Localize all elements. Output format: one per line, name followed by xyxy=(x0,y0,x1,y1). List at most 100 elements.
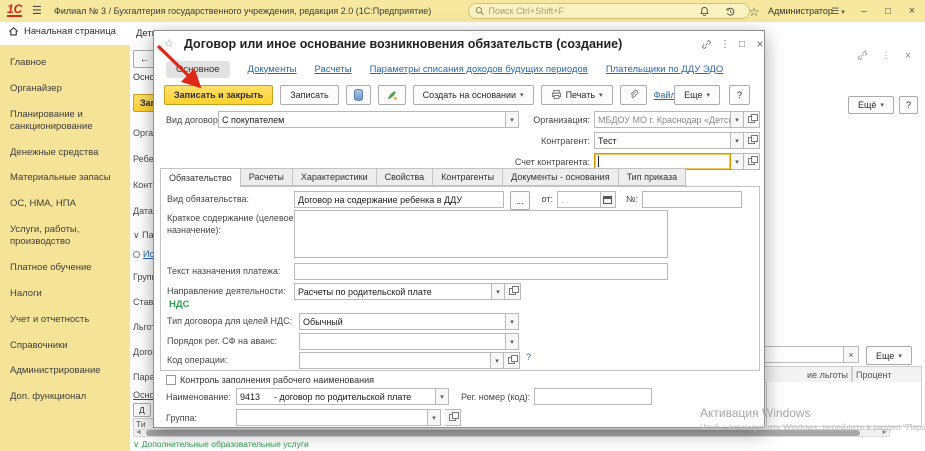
dropdown-button[interactable]: ▾ xyxy=(436,388,449,405)
save-and-close-button[interactable]: Записать и закрыть xyxy=(164,85,273,105)
vat-type-input[interactable]: Обычный xyxy=(299,313,506,330)
minimize-button[interactable]: – xyxy=(856,3,872,19)
favorite-star-icon[interactable]: ☆ xyxy=(164,37,174,50)
bg-link-icon[interactable] xyxy=(854,48,870,63)
sidebar-item-administrirovanie[interactable]: Администрирование xyxy=(0,358,130,384)
reg-number-input[interactable] xyxy=(534,388,652,405)
contract-number-input[interactable] xyxy=(642,191,742,208)
sf-order-input[interactable] xyxy=(299,333,506,350)
dropdown-button[interactable]: ▾ xyxy=(506,313,519,330)
calendar-button[interactable] xyxy=(601,191,616,208)
notifications-bell-icon[interactable] xyxy=(696,4,712,19)
sidebar-item-nalogi[interactable]: Налоги xyxy=(0,281,130,307)
get-link-icon[interactable] xyxy=(698,37,714,51)
nav-tab-platelshchiki[interactable]: Плательщики по ДДУ ЭДО xyxy=(606,64,723,75)
operation-code-input[interactable] xyxy=(299,352,491,369)
control-name-checkbox[interactable] xyxy=(166,375,176,385)
organization-combo[interactable]: МБДОУ МО г. Краснодар «Детский сад № 197… xyxy=(594,111,760,128)
main-menu-icon[interactable]: ☰ xyxy=(32,4,42,17)
counterparty-combo[interactable]: Тест ▾ xyxy=(594,132,760,149)
bg-close-icon[interactable]: × xyxy=(900,48,916,63)
dialog-maximize-icon[interactable]: □ xyxy=(734,37,750,51)
dropdown-button[interactable]: ▾ xyxy=(491,352,504,369)
operation-code-help[interactable]: ? xyxy=(526,352,531,362)
sidebar-item-os-nma[interactable]: ОС, НМА, НПА xyxy=(0,191,130,217)
dropdown-button[interactable]: ▾ xyxy=(731,111,744,128)
inner-tab-tip-prikaza[interactable]: Тип приказа xyxy=(618,168,687,186)
service-menu-icon[interactable]: ☰▾ xyxy=(830,4,846,19)
dialog-kebab-icon[interactable]: ⋮ xyxy=(717,37,733,51)
sidebar-item-platnoe[interactable]: Платное обучение xyxy=(0,255,130,281)
bg-tab-osnovnoe[interactable]: Осно xyxy=(133,72,154,82)
bg-table-body[interactable] xyxy=(766,382,922,427)
home-tab[interactable]: Начальная страница xyxy=(8,26,116,37)
bg-table-more-button[interactable]: Еще▾ xyxy=(866,346,912,365)
dropdown-button[interactable]: ▾ xyxy=(731,132,744,149)
sidebar-item-spravochniki[interactable]: Справочники xyxy=(0,333,130,359)
dialog-more-button[interactable]: Еще▾ xyxy=(674,85,720,105)
bg-clear-filter-button[interactable]: × xyxy=(844,346,859,363)
sidebar-item-uslugi[interactable]: Услуги, работы, производство xyxy=(0,217,130,255)
sidebar-item-dop-funkcional[interactable]: Доп. функционал xyxy=(0,384,130,410)
close-app-button[interactable]: × xyxy=(904,3,920,19)
bg-link-osnovanie[interactable]: Осно xyxy=(133,390,154,400)
open-button[interactable] xyxy=(744,111,760,128)
create-based-on-button[interactable]: Создать на основании▾ xyxy=(413,85,534,105)
summary-textarea[interactable] xyxy=(294,210,668,258)
bg-additional-services-link[interactable]: ∨ Дополнительные образовательные услуги xyxy=(133,439,309,450)
contract-date-input[interactable]: . . xyxy=(557,191,601,208)
nav-tab-raschety[interactable]: Расчеты xyxy=(315,64,352,75)
bg-history-link[interactable]: Ис xyxy=(133,249,154,259)
nav-tab-parametry-spisaniya[interactable]: Параметры списания доходов будущих перио… xyxy=(370,64,588,75)
obligation-kind-input[interactable]: Договор на содержание ребенка в ДДУ xyxy=(294,191,504,208)
history-icon[interactable] xyxy=(722,4,738,19)
reread-button[interactable] xyxy=(346,85,371,105)
dropdown-button[interactable]: ▾ xyxy=(428,409,441,426)
contract-type-combo[interactable]: С покупателем ▾ xyxy=(218,111,519,128)
inner-tab-svoystva[interactable]: Свойства xyxy=(376,168,434,186)
open-button[interactable] xyxy=(505,283,521,300)
open-button[interactable] xyxy=(744,132,760,149)
activity-direction-input[interactable]: Расчеты по родительской плате xyxy=(294,283,492,300)
dropdown-button[interactable]: ▾ xyxy=(506,333,519,350)
save-button[interactable]: Записать xyxy=(280,85,338,105)
current-user[interactable]: Администратор xyxy=(768,6,833,16)
bg-more-button[interactable]: Ещё▾ xyxy=(848,96,894,114)
sidebar-item-glavnoe[interactable]: Главное xyxy=(0,50,130,76)
inner-tab-raschety[interactable]: Расчеты xyxy=(240,168,293,186)
print-button[interactable]: Печать▾ xyxy=(541,85,613,105)
scrollbar-thumb[interactable] xyxy=(146,430,860,436)
inner-tab-obyazatelstvo[interactable]: Обязательство xyxy=(160,168,241,187)
name-input[interactable]: 9413 - договор по родительской плате xyxy=(236,388,436,405)
open-button[interactable] xyxy=(445,409,461,426)
bg-kebab-icon[interactable]: ⋮ xyxy=(878,48,894,63)
inner-tab-kharakteristiki[interactable]: Характеристики xyxy=(292,168,377,186)
bg-add-button[interactable]: Д xyxy=(133,403,151,417)
attachments-button[interactable] xyxy=(620,85,647,105)
horizontal-scrollbar[interactable]: ◄ ► xyxy=(133,429,890,437)
favorites-star-icon[interactable]: ☆ xyxy=(746,4,762,19)
restore-button[interactable]: □ xyxy=(880,3,896,19)
payment-purpose-input[interactable] xyxy=(294,263,668,280)
dialog-close-icon[interactable]: × xyxy=(752,37,768,51)
sidebar-item-planirovanie[interactable]: Планирование и санкционирование xyxy=(0,102,130,140)
dropdown-button[interactable]: ▾ xyxy=(492,283,505,300)
choose-button[interactable]: ... xyxy=(510,191,530,210)
group-input[interactable] xyxy=(236,409,428,426)
sidebar-item-denezhnye[interactable]: Денежные средства xyxy=(0,140,130,166)
bg-help-button[interactable]: ? xyxy=(899,96,918,114)
sidebar-item-uchet[interactable]: Учет и отчетность xyxy=(0,307,130,333)
sidebar-item-materialnye[interactable]: Материальные запасы xyxy=(0,165,130,191)
1c-logo[interactable]: 1С xyxy=(7,3,22,17)
open-button[interactable] xyxy=(504,352,520,369)
bg-column-percent[interactable]: Процент xyxy=(852,366,922,383)
nav-tab-osnovnoe[interactable]: Основное xyxy=(166,61,230,78)
open-button[interactable] xyxy=(744,153,760,170)
nav-tab-dokumenty[interactable]: Документы xyxy=(248,64,297,75)
inner-tab-dokumenty-osnovaniya[interactable]: Документы - основания xyxy=(502,168,618,186)
inner-tab-kontragenty[interactable]: Контрагенты xyxy=(432,168,503,186)
dialog-help-button[interactable]: ? xyxy=(729,85,750,105)
dropdown-button[interactable]: ▾ xyxy=(731,153,744,170)
sign-button[interactable] xyxy=(378,85,406,105)
sidebar-item-organayzer[interactable]: Органайзер xyxy=(0,76,130,102)
